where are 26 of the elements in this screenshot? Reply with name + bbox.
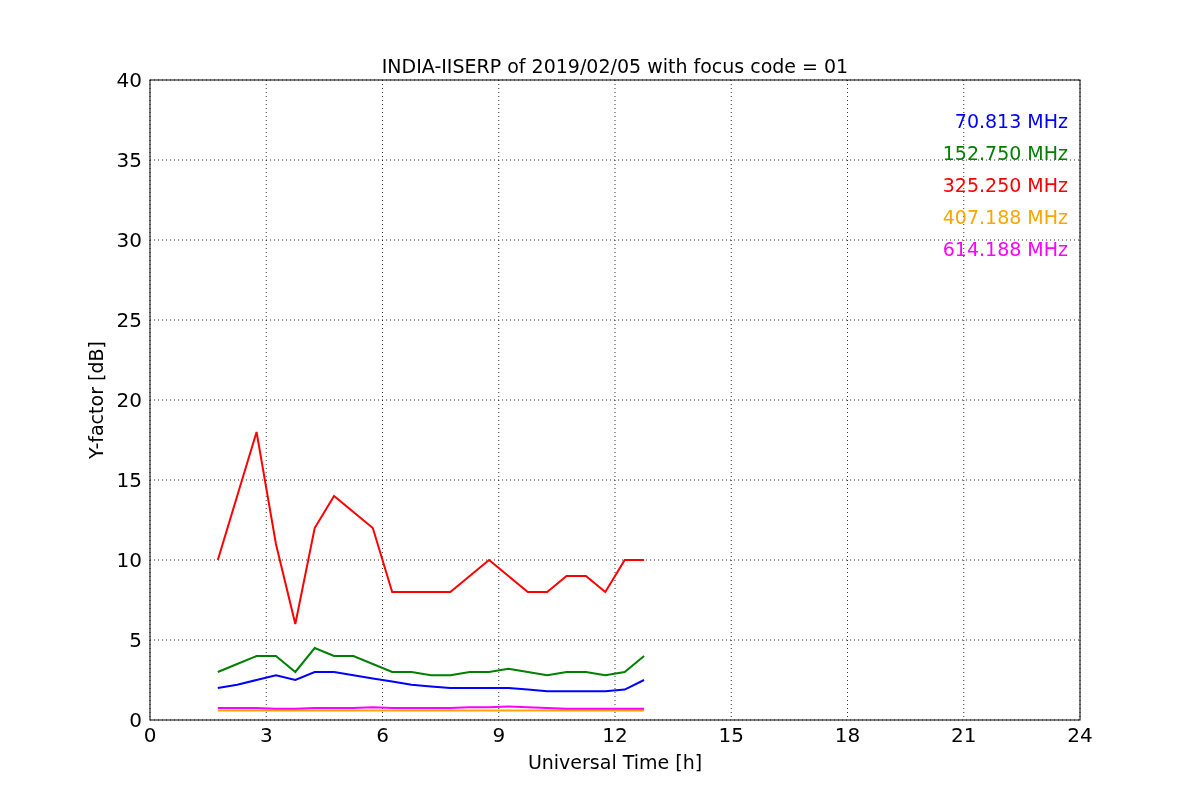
tick-label: 15 bbox=[718, 723, 744, 747]
tick-label: 0 bbox=[129, 708, 142, 732]
legend-label: 152.750 MHz bbox=[942, 142, 1068, 164]
axis-label: Universal Time [h] bbox=[527, 751, 703, 773]
tick-label: 20 bbox=[116, 388, 142, 412]
legend-label: 614.188 MHz bbox=[942, 238, 1068, 260]
tick-label: 0 bbox=[143, 723, 157, 747]
tick-label: 12 bbox=[602, 723, 628, 747]
legend-label: 325.250 MHz bbox=[942, 174, 1068, 196]
tick-label: 9 bbox=[492, 723, 506, 747]
tick-label: 40 bbox=[116, 68, 142, 92]
axis-label: Y-factor [dB] bbox=[85, 341, 107, 459]
tick-label: 5 bbox=[129, 628, 142, 652]
legend-label: 407.188 MHz bbox=[942, 206, 1068, 228]
tick-label: 25 bbox=[116, 308, 142, 332]
tick-label: 3 bbox=[259, 723, 273, 747]
tick-label: 18 bbox=[834, 723, 861, 747]
tick-label: 10 bbox=[116, 548, 142, 572]
tick-label: 15 bbox=[116, 468, 142, 492]
tick-label: 21 bbox=[951, 723, 977, 747]
chart-title: INDIA-IISERP of 2019/02/05 with focus code = 01 bbox=[381, 55, 849, 77]
tick-label: 24 bbox=[1067, 723, 1093, 747]
tick-label: 6 bbox=[376, 723, 389, 747]
tick-label: 30 bbox=[116, 228, 142, 252]
tick-label: 35 bbox=[116, 148, 142, 172]
legend-label: 70.813 MHz bbox=[954, 110, 1068, 132]
